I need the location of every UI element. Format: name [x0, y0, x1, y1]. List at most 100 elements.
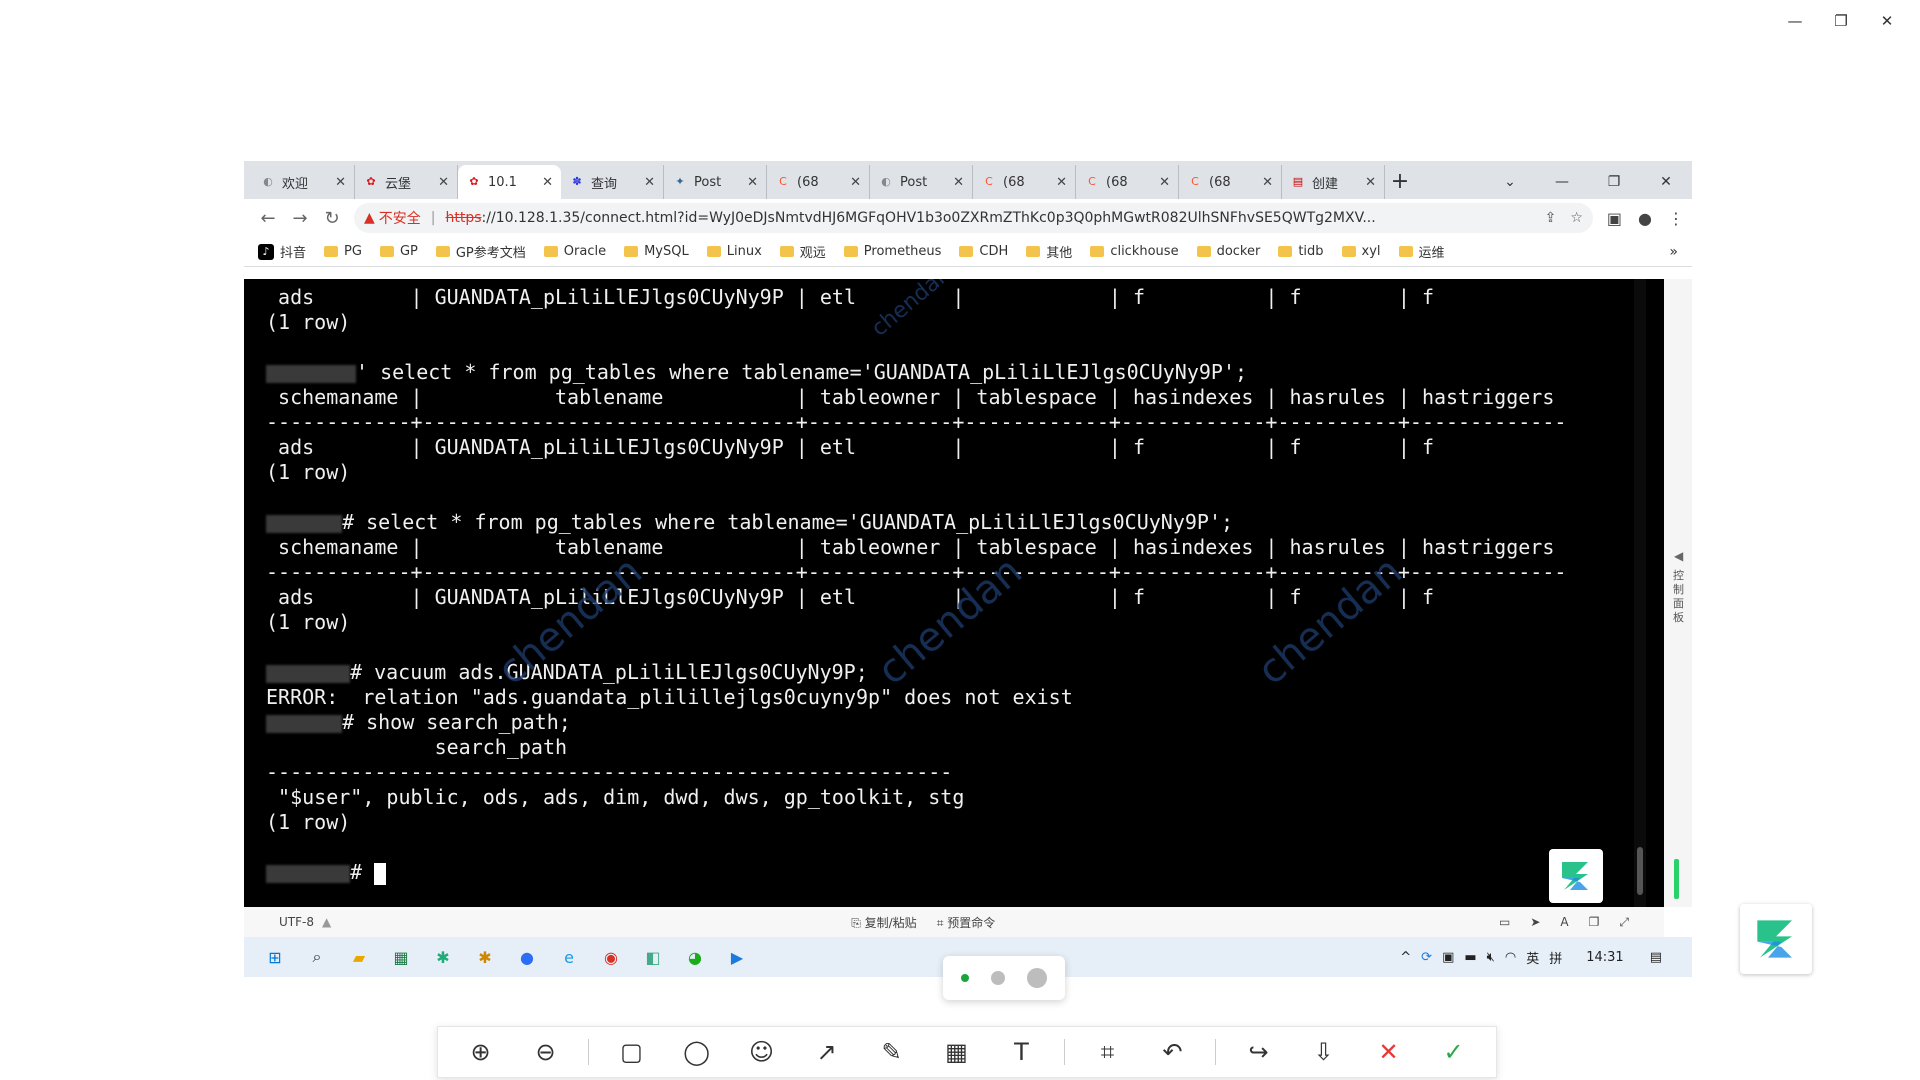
bookmark-item[interactable]: Linux	[706, 244, 762, 259]
encoding-label[interactable]: UTF-8	[279, 915, 314, 929]
file-explorer-icon[interactable]: ▰	[338, 948, 380, 967]
medium-dot-option[interactable]	[991, 971, 1005, 985]
address-input[interactable]: ▲ 不安全 | https ://10.128.1.35/connect.htm…	[354, 203, 1593, 233]
clock[interactable]: 14:31	[1586, 950, 1623, 965]
warning-icon[interactable]: ▲	[364, 210, 375, 226]
browser-close-button[interactable]: ✕	[1640, 174, 1692, 190]
bookmark-item[interactable]: Oracle	[543, 244, 606, 259]
minimize-button[interactable]: —	[1772, 8, 1818, 34]
tab-close-icon[interactable]: ✕	[850, 175, 861, 190]
text-icon[interactable]: T	[989, 1038, 1054, 1066]
copy-paste-button[interactable]: ⎘ 复制/粘贴	[851, 914, 916, 931]
app-icon[interactable]: ◧	[632, 948, 674, 967]
rectangle-icon[interactable]: ▢	[599, 1038, 664, 1066]
collapse-arrow-icon[interactable]: ◀	[1674, 549, 1683, 563]
crop-icon[interactable]: ⌗	[1075, 1038, 1140, 1066]
browser-tab[interactable]: ◐ 欢迎 ✕	[252, 165, 355, 199]
notification-icon[interactable]: ▤	[1650, 950, 1662, 965]
tab-close-icon[interactable]: ✕	[1262, 175, 1273, 190]
encoding-arrow-icon[interactable]: ▲	[322, 915, 331, 929]
menu-icon[interactable]: ⋮	[1668, 209, 1684, 228]
bookmark-item[interactable]: GP	[379, 244, 418, 259]
browser-tab[interactable]: ◐ Post ✕	[870, 165, 973, 199]
wifi-icon[interactable]: ◠	[1505, 950, 1516, 965]
tab-close-icon[interactable]: ✕	[1365, 175, 1376, 190]
profile-icon[interactable]: ●	[1638, 209, 1652, 228]
bookmarks-more-icon[interactable]: »	[1669, 244, 1678, 260]
search-icon[interactable]: ⌕	[296, 947, 338, 967]
browser-tab[interactable]: C (68 ✕	[1179, 165, 1282, 199]
browser-tab[interactable]: ▤ 创建 ✕	[1282, 165, 1385, 199]
restore-button[interactable]: ❐	[1818, 8, 1864, 34]
browser-tab[interactable]: ✿ 云堡 ✕	[355, 165, 458, 199]
tab-close-icon[interactable]: ✕	[953, 175, 964, 190]
terminal-scrollbar[interactable]	[1634, 279, 1646, 907]
zoom-app-icon[interactable]: ●	[506, 948, 548, 967]
arrow-icon[interactable]: ↗	[794, 1038, 859, 1066]
terminal-screen[interactable]: ads | GUANDATA_pLiliLlEJlgs0CUyNy9P | et…	[244, 279, 1664, 907]
chrome-icon[interactable]: ◉	[590, 948, 632, 967]
tab-close-icon[interactable]: ✕	[438, 175, 449, 190]
network-app-icon[interactable]: ⟳	[1421, 950, 1432, 965]
terminal-scroll-thumb[interactable]	[1637, 847, 1643, 895]
cancel-icon[interactable]: ✕	[1356, 1038, 1421, 1066]
font-icon[interactable]: A	[1560, 915, 1568, 930]
browser-tab[interactable]: ✦ Post ✕	[664, 165, 767, 199]
browser-minimize-button[interactable]: —	[1536, 174, 1588, 190]
new-tab-button[interactable]: +	[1385, 165, 1415, 199]
tab-close-icon[interactable]: ✕	[542, 175, 553, 190]
back-icon[interactable]: ←	[252, 208, 284, 229]
bookmark-item[interactable]: GP参考文档	[435, 242, 526, 261]
insecure-label[interactable]: 不安全	[379, 208, 421, 228]
bookmark-item[interactable]: xyl	[1341, 244, 1381, 259]
screen-icon[interactable]: ▭	[1499, 915, 1510, 930]
ime-label[interactable]: 英	[1526, 948, 1539, 967]
undo-icon[interactable]: ↶	[1140, 1038, 1205, 1066]
bookmark-item[interactable]: Prometheus	[843, 244, 941, 259]
browser-tab[interactable]: ✿ 10.1 ✕	[458, 165, 561, 199]
bookmark-item[interactable]: 运维	[1398, 242, 1445, 261]
bookmark-item[interactable]: PG	[324, 244, 362, 259]
battery-icon[interactable]: ▬	[1464, 950, 1476, 965]
ie-icon[interactable]: e	[548, 948, 590, 967]
tab-close-icon[interactable]: ✕	[1159, 175, 1170, 190]
tab-close-icon[interactable]: ✕	[644, 175, 655, 190]
download-icon[interactable]: ⇩	[1291, 1038, 1356, 1066]
bookmark-item[interactable]: clickhouse	[1090, 244, 1179, 259]
app2-icon[interactable]: ▶	[716, 948, 758, 967]
reload-icon[interactable]: ↻	[316, 208, 348, 229]
zoom-in-icon[interactable]: ⊕	[448, 1038, 513, 1066]
bookmark-item[interactable]: 其他	[1026, 242, 1072, 261]
preset-command-button[interactable]: ⌗ 预置命令	[937, 914, 996, 931]
control-panel-tab[interactable]: ◀ 控制面板	[1664, 279, 1692, 907]
fullscreen-icon[interactable]: ⤢	[1619, 915, 1629, 930]
bookmark-item[interactable]: 观远	[779, 242, 826, 261]
ime-mode-label[interactable]: 拼	[1549, 948, 1562, 967]
mosaic-icon[interactable]: ▦	[924, 1038, 989, 1066]
floating-app-icon[interactable]	[1740, 904, 1812, 974]
bookmark-star-icon[interactable]: ☆	[1570, 210, 1583, 226]
bookmark-item[interactable]: docker	[1196, 244, 1260, 259]
tab-close-icon[interactable]: ✕	[1056, 175, 1067, 190]
bookmark-item[interactable]: tidb	[1278, 244, 1324, 259]
browser-tab[interactable]: C (68 ✕	[767, 165, 870, 199]
bookmark-item[interactable]: MySQL	[624, 244, 689, 259]
browser-tab[interactable]: C (68 ✕	[1076, 165, 1179, 199]
tool2-icon[interactable]: ✱	[464, 948, 506, 967]
share-icon[interactable]: ↪	[1226, 1038, 1291, 1066]
tray-app-icon[interactable]: ▣	[1442, 950, 1454, 965]
side-panel-icon[interactable]: ▣	[1607, 209, 1622, 228]
confirm-icon[interactable]: ✓	[1421, 1038, 1486, 1066]
volume-muted-icon[interactable]: 🔇︎	[1487, 950, 1495, 965]
tab-search-icon[interactable]: ⌄	[1484, 174, 1536, 190]
browser-restore-button[interactable]: ❐	[1588, 174, 1640, 190]
send-icon[interactable]: ➤	[1530, 915, 1540, 930]
tab-close-icon[interactable]: ✕	[335, 175, 346, 190]
window-icon[interactable]: ❐	[1589, 915, 1600, 930]
tool-icon[interactable]: ✱	[422, 948, 464, 967]
close-button[interactable]: ✕	[1864, 8, 1910, 34]
emoji-icon[interactable]: ☺	[729, 1038, 794, 1066]
bookmark-item[interactable]: ♪ 抖音	[258, 242, 306, 261]
windows-start-icon[interactable]: ⊞	[254, 948, 296, 967]
browser-tab[interactable]: ✽ 查询 ✕	[561, 165, 664, 199]
